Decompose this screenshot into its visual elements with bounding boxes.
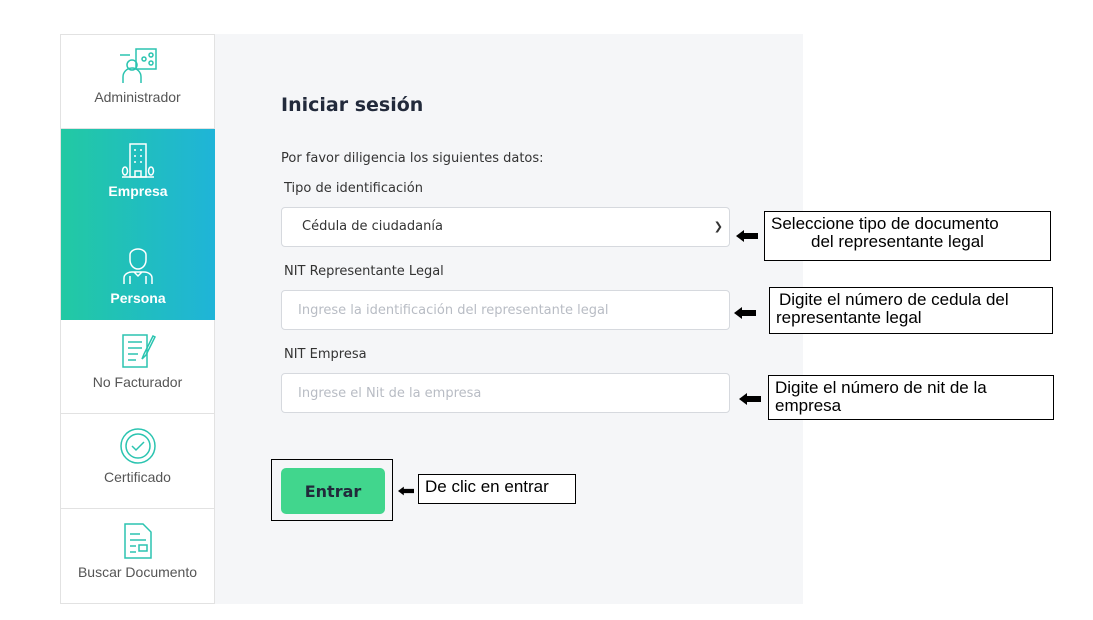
nit-rep-input[interactable] xyxy=(281,290,730,330)
sidebar-item-label: Empresa xyxy=(108,183,168,199)
page-title: Iniciar sesión xyxy=(281,94,424,116)
callout-entrar: De clic en entrar xyxy=(418,474,576,504)
search-document-icon xyxy=(123,523,152,559)
admin-network-icon xyxy=(119,48,157,83)
callout-nit-emp: Digite el número de nit de la empresa xyxy=(768,375,1054,420)
person-icon xyxy=(123,248,153,284)
nit-emp-input[interactable] xyxy=(281,373,730,413)
arrow-left-icon xyxy=(398,486,414,496)
id-type-label: Tipo de identificación xyxy=(284,181,423,196)
entrar-button[interactable]: Entrar xyxy=(281,468,385,514)
sidebar-item-certificado[interactable]: Certificado xyxy=(61,415,214,509)
building-icon xyxy=(121,143,155,178)
sidebar-item-label: Certificado xyxy=(104,469,171,485)
callout-nit-rep: Digite el número de cedula del representa… xyxy=(769,287,1053,334)
callout-id-type: Seleccione tipo de documento del represen… xyxy=(764,211,1051,261)
sidebar-item-label: No Facturador xyxy=(92,374,183,390)
sidebar-item-label: Administrador xyxy=(94,89,181,105)
id-type-select[interactable]: Cédula de ciudadanía ❯ xyxy=(281,207,730,247)
sidebar: Administrador Empresa Persona No Factura… xyxy=(60,34,225,604)
sidebar-item-label: Buscar Documento xyxy=(77,564,198,580)
sidebar-active-group: Empresa Persona xyxy=(61,129,225,320)
sidebar-item-label: Persona xyxy=(110,290,166,306)
arrow-left-icon xyxy=(734,307,756,319)
chevron-down-icon: ❯ xyxy=(713,220,723,233)
sidebar-item-no-facturador[interactable]: No Facturador xyxy=(61,320,214,414)
id-type-value: Cédula de ciudadanía xyxy=(302,219,443,234)
sidebar-item-administrador[interactable]: Administrador xyxy=(61,35,214,129)
document-pen-icon xyxy=(121,334,156,368)
arrow-left-icon xyxy=(736,230,758,242)
nit-rep-label: NIT Representante Legal xyxy=(284,264,444,279)
certificate-check-icon xyxy=(119,428,156,464)
nit-emp-label: NIT Empresa xyxy=(284,347,367,362)
sidebar-item-empresa[interactable]: Empresa xyxy=(61,141,215,236)
sidebar-item-buscar-documento[interactable]: Buscar Documento xyxy=(61,510,214,604)
intro-text: Por favor diligencia los siguientes dato… xyxy=(281,151,544,166)
arrow-left-icon xyxy=(739,393,761,405)
